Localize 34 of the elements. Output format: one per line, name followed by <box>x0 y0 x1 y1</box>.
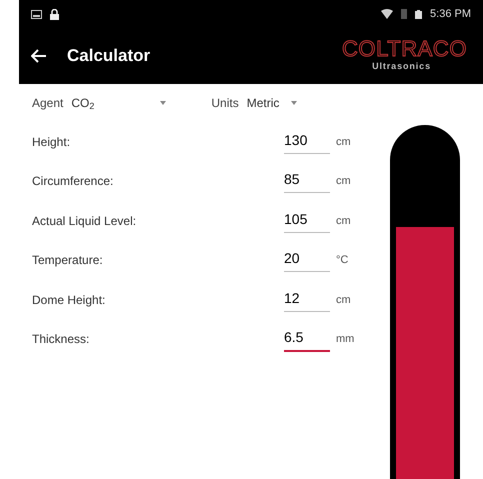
unit-label: cm <box>336 292 351 308</box>
dropdown[interactable]: CO$_{2}$ <box>71 94 166 112</box>
lock-icon <box>50 8 59 20</box>
unit-label: cm <box>336 214 351 228</box>
back-arrow-icon <box>31 49 47 63</box>
signal-icon <box>401 9 408 19</box>
logo-wordmark: COLTRACO <box>342 38 467 60</box>
battery-icon <box>415 10 422 18</box>
number-input[interactable]: 130 <box>284 130 330 154</box>
dropdown-caret-icon <box>290 101 297 105</box>
field-label: Circumference: <box>32 173 114 190</box>
selector-label: Units <box>211 95 239 112</box>
app-title: Calculator <box>67 45 152 68</box>
back-button[interactable] <box>31 49 47 63</box>
wifi-icon <box>381 9 394 19</box>
number-input[interactable]: 6.5 <box>284 326 330 352</box>
field-label: Thickness: <box>32 331 90 348</box>
number-input[interactable]: 20 <box>284 248 330 272</box>
field-label: Dome Height: <box>32 292 106 309</box>
field-label: Temperature: <box>32 252 104 270</box>
logo-subtitle: Ultrasonics <box>372 60 431 74</box>
field-label: Height: <box>32 134 72 151</box>
field-label: Actual Liquid Level: <box>32 212 138 230</box>
unit-label: °C <box>336 253 348 268</box>
number-input[interactable]: 105 <box>284 208 330 233</box>
dropdown[interactable]: Metric <box>246 94 297 112</box>
dropdown-caret-icon <box>160 101 166 105</box>
number-input[interactable]: 12 <box>284 288 330 312</box>
number-input[interactable]: 85 <box>284 169 330 194</box>
status-time: 5:36 PM <box>430 6 471 22</box>
unit-label: mm <box>336 332 354 347</box>
unit-label: cm <box>336 174 351 189</box>
selector-label: Agent <box>32 95 64 112</box>
unit-label: cm <box>336 134 351 150</box>
